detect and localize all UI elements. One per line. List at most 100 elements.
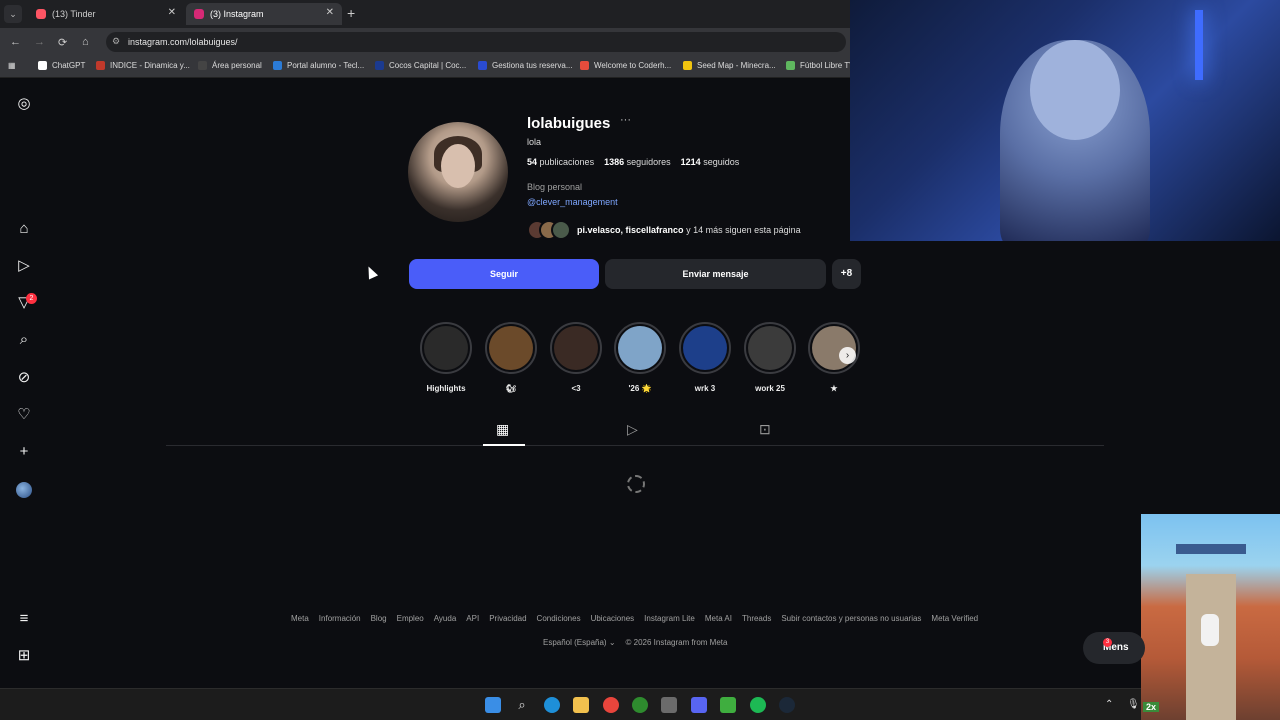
active-tab-indicator: [483, 444, 525, 446]
steam-icon[interactable]: [779, 697, 795, 713]
footer-link[interactable]: Meta AI: [705, 614, 732, 623]
spotify-icon[interactable]: [750, 697, 766, 713]
footer-link[interactable]: Ayuda: [434, 614, 457, 623]
follow-button[interactable]: Seguir: [409, 259, 599, 289]
profile-category: Blog personal: [527, 182, 583, 192]
loading-spinner-icon: [627, 475, 645, 493]
forward-icon[interactable]: →: [34, 36, 45, 48]
create-icon[interactable]: +: [16, 444, 32, 460]
threads-icon[interactable]: ⊞: [16, 648, 32, 664]
menu-icon[interactable]: ≡: [16, 611, 32, 627]
score-multiplier: 2x: [1143, 702, 1160, 712]
copyright: © 2026 Instagram from Meta: [625, 638, 728, 647]
bookmark-item[interactable]: Portal alumno - Tecl...: [273, 61, 364, 70]
start-icon[interactable]: [485, 697, 501, 713]
posts-count: 54 publicaciones: [527, 157, 595, 167]
search-icon[interactable]: ⌕: [514, 697, 530, 713]
instagram-icon[interactable]: ◎: [16, 96, 32, 112]
tab-instagram[interactable]: (3) Instagram ✕: [186, 3, 342, 25]
chevron-right-icon[interactable]: ›: [839, 347, 856, 364]
bookmark-item[interactable]: ChatGPT: [38, 61, 85, 70]
edge-icon[interactable]: [544, 697, 560, 713]
reels-icon[interactable]: ▷: [627, 421, 638, 438]
bookmark-item[interactable]: Cocos Capital | Coc...: [375, 61, 466, 70]
followed-by[interactable]: pi.velasco, fiscellafranco y 14 más sigu…: [527, 220, 801, 240]
profile-stats: 54 publicaciones 1386 seguidores 1214 se…: [527, 157, 739, 167]
microphone-icon[interactable]: 🎙: [1127, 699, 1140, 710]
apps-icon[interactable]: ▦: [8, 61, 16, 70]
story-highlight[interactable]: '26 🌟: [612, 322, 668, 393]
footer-link[interactable]: Blog: [371, 614, 387, 623]
bookmark-item[interactable]: Welcome to Coderh...: [580, 61, 671, 70]
send-message-button[interactable]: Enviar mensaje: [605, 259, 826, 289]
chevron-up-icon[interactable]: ⌃: [1105, 699, 1113, 710]
file-explorer-icon[interactable]: [573, 697, 589, 713]
footer-link[interactable]: Meta: [291, 614, 309, 623]
story-highlight[interactable]: work 25: [742, 322, 798, 393]
back-icon[interactable]: ←: [10, 36, 21, 48]
bookmark-item[interactable]: INDICE - Dinamica y...: [96, 61, 190, 70]
grid-icon[interactable]: ▦: [496, 421, 509, 438]
instagram-icon: [194, 9, 204, 19]
profile-picture[interactable]: [408, 122, 508, 222]
bookmark-item[interactable]: Área personal: [198, 61, 262, 70]
profile-full-name: lola: [527, 137, 542, 147]
followers-count[interactable]: 1386 seguidores: [604, 157, 671, 167]
language-select[interactable]: Español (España) ⌄: [543, 638, 616, 647]
close-icon[interactable]: ✕: [326, 7, 334, 18]
avatar: [551, 220, 571, 240]
footer-link[interactable]: Información: [319, 614, 361, 623]
reels-icon[interactable]: ▷: [16, 258, 32, 274]
search-icon[interactable]: ⌕: [16, 332, 32, 348]
reload-icon[interactable]: ⟳: [58, 36, 67, 49]
footer-link[interactable]: Privacidad: [489, 614, 526, 623]
more-options-icon[interactable]: ···: [620, 114, 631, 126]
store-icon[interactable]: [661, 697, 677, 713]
tab-tinder[interactable]: (13) Tinder ✕: [28, 3, 184, 25]
footer-link[interactable]: Ubicaciones: [591, 614, 635, 623]
site-info-icon[interactable]: ⚙: [112, 36, 120, 47]
home-icon[interactable]: ⌂: [16, 221, 32, 237]
url-text[interactable]: instagram.com/lolabuigues/: [128, 37, 238, 47]
footer-link[interactable]: Condiciones: [537, 614, 581, 623]
close-icon[interactable]: ✕: [168, 7, 176, 18]
discord-icon[interactable]: [691, 697, 707, 713]
footer-link[interactable]: Empleo: [397, 614, 424, 623]
footer-link[interactable]: API: [466, 614, 479, 623]
tinder-icon: [36, 9, 46, 19]
minecraft-icon[interactable]: [720, 697, 736, 713]
bookmark-item[interactable]: Gestiona tus reserva...: [478, 61, 572, 70]
bio-mention-link[interactable]: @clever_management: [527, 197, 618, 207]
footer-link[interactable]: Meta Verified: [931, 614, 978, 623]
game-overlay: 2x: [1141, 514, 1280, 720]
notifications-icon[interactable]: ♡: [16, 407, 32, 423]
followed-by-text: pi.velasco, fiscellafranco y 14 más sigu…: [577, 225, 801, 235]
story-highlight[interactable]: <3: [548, 322, 604, 393]
footer-link[interactable]: Threads: [742, 614, 771, 623]
chrome-icon[interactable]: [603, 697, 619, 713]
tab-search-button[interactable]: ⌄: [4, 5, 22, 23]
xbox-icon[interactable]: [632, 697, 648, 713]
windows-taskbar: [0, 688, 1141, 720]
bookmark-item[interactable]: Fútbol Libre TV: [786, 61, 855, 70]
footer-link[interactable]: Instagram Lite: [644, 614, 695, 623]
suggested-accounts-button[interactable]: +8: [832, 259, 861, 289]
messages-badge: 3: [1103, 638, 1112, 647]
explore-icon[interactable]: ⊘: [16, 370, 32, 386]
tabs-divider: [166, 445, 1104, 446]
messages-badge: 2: [26, 293, 37, 304]
footer-links: Meta Información Blog Empleo Ayuda API P…: [291, 614, 978, 623]
home-icon[interactable]: ⌂: [82, 36, 89, 48]
new-tab-button[interactable]: +: [347, 5, 355, 21]
tagged-icon[interactable]: ⊡: [759, 421, 771, 438]
tab-title: (3) Instagram: [210, 9, 264, 19]
bookmark-item[interactable]: Seed Map - Minecra...: [683, 61, 776, 70]
messages-button[interactable]: Mens: [1083, 632, 1145, 664]
story-highlight[interactable]: wrk 3: [677, 322, 733, 393]
story-highlight[interactable]: Highlights: [418, 322, 474, 393]
profile-username: lolabuigues: [527, 115, 611, 132]
story-highlight[interactable]: 🐿: [483, 322, 539, 393]
following-count[interactable]: 1214 seguidos: [681, 157, 740, 167]
footer-link[interactable]: Subir contactos y personas no usuarias: [781, 614, 921, 623]
profile-avatar[interactable]: [16, 482, 32, 498]
